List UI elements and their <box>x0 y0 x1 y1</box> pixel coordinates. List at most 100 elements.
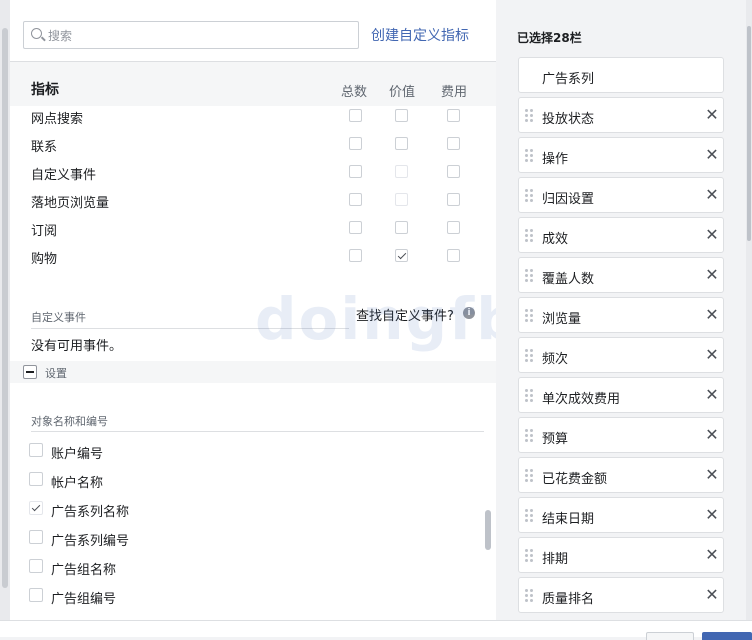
search-field[interactable] <box>23 21 359 49</box>
outer-scrollbar-thumb[interactable] <box>2 28 8 588</box>
metric-checkbox-cost[interactable] <box>447 165 460 178</box>
search-input[interactable] <box>48 26 348 46</box>
metric-row: 落地页浏览量 <box>10 186 496 214</box>
selected-column-label: 已花费金额 <box>542 472 608 487</box>
metric-row-label: 网点搜索 <box>31 112 84 127</box>
create-custom-metric-link[interactable]: 创建自定义指标 <box>371 25 469 45</box>
metric-checkbox-cost[interactable] <box>447 109 460 122</box>
remove-column-icon[interactable]: ✕ <box>705 586 719 604</box>
metric-checkbox-cost[interactable] <box>447 221 460 234</box>
object-name-row[interactable]: 广告组名称 <box>10 552 496 581</box>
metric-checkbox-cost[interactable] <box>447 137 460 150</box>
remove-column-icon[interactable]: ✕ <box>705 186 719 204</box>
selected-column-chip[interactable]: 操作 ✕ <box>518 137 724 173</box>
metric-checkbox-value[interactable] <box>395 109 408 122</box>
selected-count: 已选择28栏 <box>517 31 582 45</box>
dialog-footer <box>0 620 752 640</box>
settings-section-header[interactable]: 设置 <box>10 361 496 383</box>
object-name-row[interactable]: 广告系列编号 <box>10 523 496 552</box>
object-name-row[interactable]: 帐户名称 <box>10 465 496 494</box>
selected-column-chip[interactable]: 成效 ✕ <box>518 217 724 253</box>
object-name-checkbox[interactable] <box>29 472 43 486</box>
drag-handle-icon[interactable] <box>525 549 533 562</box>
cancel-button[interactable] <box>646 632 694 640</box>
info-icon[interactable]: i <box>463 307 475 319</box>
drag-handle-icon[interactable] <box>525 429 533 442</box>
drag-handle-icon[interactable] <box>525 189 533 202</box>
right-scrollbar-thumb[interactable] <box>747 26 751 241</box>
metric-checkbox-value[interactable] <box>395 193 408 206</box>
drag-handle-icon[interactable] <box>525 109 533 122</box>
remove-column-icon[interactable]: ✕ <box>705 426 719 444</box>
remove-column-icon[interactable]: ✕ <box>705 226 719 244</box>
object-name-label: 帐户名称 <box>51 476 104 491</box>
metric-checkbox-total[interactable] <box>349 221 362 234</box>
metric-checkbox-cost[interactable] <box>447 249 460 262</box>
selected-column-label: 投放状态 <box>542 112 595 127</box>
remove-column-icon[interactable]: ✕ <box>705 346 719 364</box>
object-name-label: 广告系列编号 <box>51 534 130 549</box>
selected-column-chip[interactable]: 归因设置 ✕ <box>518 177 724 213</box>
object-name-checkbox[interactable] <box>29 559 43 573</box>
drag-handle-icon[interactable] <box>525 469 533 482</box>
object-name-row[interactable]: 账户编号 <box>10 436 496 465</box>
no-events-text: 没有可用事件。 <box>31 339 123 354</box>
selected-column-chip[interactable]: 浏览量 ✕ <box>518 297 724 333</box>
metric-checkbox-value[interactable] <box>395 137 408 150</box>
right-scrollbar[interactable] <box>746 0 752 620</box>
drag-handle-icon[interactable] <box>525 389 533 402</box>
selected-column-chip[interactable]: 频次 ✕ <box>518 337 724 373</box>
drag-handle-icon[interactable] <box>525 589 533 602</box>
collapse-icon[interactable] <box>23 365 37 379</box>
selected-column-chip[interactable]: 预算 ✕ <box>518 417 724 453</box>
object-name-row[interactable]: 广告系列名称 <box>10 494 496 523</box>
object-name-checkbox[interactable] <box>29 588 43 602</box>
metric-checkbox-value[interactable] <box>395 165 408 178</box>
selected-column-label: 操作 <box>542 152 569 167</box>
object-name-row[interactable]: 广告组编号 <box>10 581 496 610</box>
remove-column-icon[interactable]: ✕ <box>705 146 719 164</box>
metric-checkbox-total[interactable] <box>349 109 362 122</box>
metric-checkbox-total[interactable] <box>349 137 362 150</box>
selected-column-chip[interactable]: 排期 ✕ <box>518 537 724 573</box>
metric-checkbox-total[interactable] <box>349 193 362 206</box>
remove-column-icon[interactable]: ✕ <box>705 506 719 524</box>
selected-column-chip[interactable]: 覆盖人数 ✕ <box>518 257 724 293</box>
metric-checkbox-total[interactable] <box>349 165 362 178</box>
object-name-checkbox[interactable] <box>29 443 43 457</box>
drag-handle-icon[interactable] <box>525 309 533 322</box>
object-name-checkbox[interactable] <box>29 501 43 515</box>
drag-handle-icon[interactable] <box>525 509 533 522</box>
metric-checkbox-total[interactable] <box>349 249 362 262</box>
metric-checkbox-value[interactable] <box>395 249 408 262</box>
metric-row-label: 订阅 <box>31 224 58 239</box>
apply-button[interactable] <box>702 632 752 640</box>
find-custom-events-link[interactable]: 查找自定义事件? <box>356 305 454 324</box>
selected-column-chip[interactable]: 质量排名 ✕ <box>518 577 724 613</box>
drag-handle-icon[interactable] <box>525 269 533 282</box>
remove-column-icon[interactable]: ✕ <box>705 266 719 284</box>
remove-column-icon[interactable]: ✕ <box>705 466 719 484</box>
remove-column-icon[interactable]: ✕ <box>705 106 719 124</box>
selected-column-chip[interactable]: 结束日期 ✕ <box>518 497 724 533</box>
metric-checkbox-cost[interactable] <box>447 193 460 206</box>
object-names-divider <box>31 431 484 432</box>
metric-row: 网点搜索 <box>10 102 496 130</box>
inner-scrollbar-thumb[interactable] <box>485 510 491 550</box>
selected-column-chip[interactable]: 已花费金额 ✕ <box>518 457 724 493</box>
selected-column-chip[interactable]: 广告系列 <box>518 57 724 93</box>
object-name-label: 账户编号 <box>51 447 104 462</box>
remove-column-icon[interactable]: ✕ <box>705 386 719 404</box>
metric-row-label: 购物 <box>31 252 58 267</box>
remove-column-icon[interactable]: ✕ <box>705 546 719 564</box>
drag-handle-icon[interactable] <box>525 149 533 162</box>
drag-handle-icon[interactable] <box>525 349 533 362</box>
remove-column-icon[interactable]: ✕ <box>705 306 719 324</box>
drag-handle-icon[interactable] <box>525 229 533 242</box>
selected-column-chip[interactable]: 单次成效费用 ✕ <box>518 377 724 413</box>
object-name-checkbox[interactable] <box>29 530 43 544</box>
outer-scrollbar[interactable] <box>0 0 10 620</box>
metric-checkbox-value[interactable] <box>395 221 408 234</box>
selected-column-chip[interactable]: 投放状态 ✕ <box>518 97 724 133</box>
metrics-title: 指标 <box>31 82 59 98</box>
